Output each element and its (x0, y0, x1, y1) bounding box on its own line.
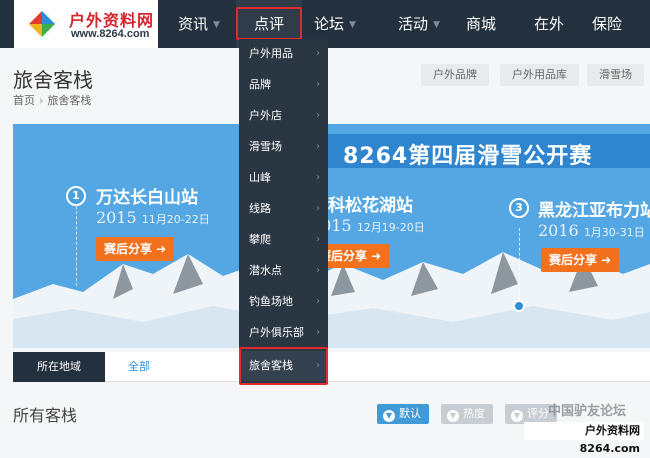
caret-down-icon: ▼ (349, 20, 356, 30)
nav-item-news[interactable]: 资讯 ▼ (178, 0, 220, 48)
station-days: 1月30-31日 (583, 226, 645, 239)
nav-item-abroad[interactable]: 在外 (534, 0, 564, 48)
station-days: 11月20-22日 (141, 213, 210, 226)
chevron-right-icon: › (316, 172, 320, 183)
sort-label: 评分 (527, 407, 549, 420)
station-date: 2016 1月30-31日 (538, 221, 645, 240)
chevron-right-icon: › (316, 203, 320, 214)
tab-all[interactable]: 全部 (128, 352, 150, 382)
chevron-right-icon: › (316, 48, 320, 59)
chevron-right-icon: › (316, 234, 320, 245)
menu-item-label: 钓鱼场地 (249, 295, 293, 308)
sort-label: 热度 (463, 407, 485, 420)
menu-item-label: 线路 (249, 202, 271, 215)
menu-item-brands[interactable]: 品牌 › (239, 70, 328, 100)
site-logo[interactable]: 户外资料网 www.8264.com (14, 0, 158, 48)
menu-item-peaks[interactable]: 山峰 › (239, 163, 328, 193)
station-days: 12月19-20日 (356, 221, 425, 234)
sort-popularity-button[interactable]: ▼ 热度 (441, 404, 493, 424)
reviews-dropdown-menu: 户外用品 › 品牌 › 户外店 › 滑雪场 › 山峰 › 线路 › 攀爬 › 潜水点 › 钓鱼场… (239, 39, 328, 384)
timeline-line (76, 206, 77, 286)
menu-item-label: 户外店 (249, 109, 282, 122)
menu-item-routes[interactable]: 线路 › (239, 194, 328, 224)
nav-item-label: 论坛 (314, 15, 345, 33)
promo-banner[interactable]: 8264第四届滑雪公开赛 1 万达长白山站 2015 11月20-22日 赛后分… (13, 124, 650, 348)
menu-item-label: 山峰 (249, 171, 271, 184)
station-date: 2015 12月19-20日 (311, 216, 425, 235)
section-title: 所有客栈 (13, 406, 78, 425)
tag-outdoor-brands[interactable]: 户外品牌 (421, 64, 489, 86)
tag-gear-library[interactable]: 户外用品库 (500, 64, 579, 86)
chevron-right-icon: › (316, 110, 320, 121)
nav-item-label: 在外 (534, 15, 565, 33)
breadcrumb-home[interactable]: 首页 (13, 94, 35, 107)
share-button[interactable]: 赛后分享 ➜ (541, 248, 620, 272)
caret-down-icon: ▼ (213, 20, 220, 30)
page-title: 旅舍客栈 (13, 68, 93, 92)
station-year: 2015 (96, 208, 137, 227)
menu-item-label: 品牌 (249, 78, 271, 91)
timeline-line (519, 228, 520, 300)
menu-item-climbing[interactable]: 攀爬 › (239, 225, 328, 255)
arrow-down-icon: ▼ (511, 410, 523, 422)
nav-item-insurance[interactable]: 保险 (592, 0, 622, 48)
chevron-right-icon: › (316, 141, 320, 152)
menu-item-stores[interactable]: 户外店 › (239, 101, 328, 131)
menu-item-gear[interactable]: 户外用品 › (239, 39, 328, 69)
menu-item-ski-resorts[interactable]: 滑雪场 › (239, 132, 328, 162)
region-tabs: 所在地域 全部 (13, 352, 650, 382)
nav-item-label: 商城 (466, 15, 497, 33)
caret-down-icon: ▼ (433, 20, 440, 30)
breadcrumb: 首页 › 旅舍客栈 (13, 92, 91, 108)
station-date: 2015 11月20-22日 (96, 208, 210, 227)
chevron-right-icon: › (39, 94, 44, 107)
tag-ski-resorts[interactable]: 滑雪场 (587, 64, 644, 86)
nav-item-label: 资讯 (178, 15, 209, 33)
station-name: 黑龙江亚布力站 (538, 201, 650, 221)
menu-item-diving[interactable]: 潜水点 › (239, 256, 328, 286)
highlight-box-nav (236, 7, 302, 40)
menu-item-label: 潜水点 (249, 264, 282, 277)
logo-url: www.8264.com (71, 28, 150, 40)
menu-item-label: 户外用品 (249, 47, 293, 60)
nav-item-label: 保险 (592, 15, 623, 33)
sort-default-button[interactable]: ▼ 默认 (377, 404, 429, 424)
arrow-down-icon: ▼ (383, 410, 395, 422)
share-button[interactable]: 赛后分享 ➜ (96, 237, 175, 261)
nav-item-mall[interactable]: 商城 (466, 0, 496, 48)
highlight-box-menu (239, 347, 328, 385)
menu-item-label: 攀爬 (249, 233, 271, 246)
breadcrumb-current: 旅舍客栈 (47, 94, 92, 107)
arrow-down-icon: ▼ (447, 410, 459, 422)
sort-label: 默认 (399, 407, 421, 420)
chevron-right-icon: › (316, 265, 320, 276)
watermark-forum: 中国驴友论坛 (548, 404, 627, 419)
station-number-badge: 3 (509, 198, 529, 218)
logo-diamond-icon (26, 8, 58, 40)
station-year: 2016 (538, 221, 579, 240)
menu-item-label: 滑雪场 (249, 140, 282, 153)
nav-item-activities[interactable]: 活动 ▼ (398, 0, 440, 48)
station-name: 万达长白山站 (96, 188, 198, 208)
station-number-badge: 1 (66, 186, 86, 206)
chevron-right-icon: › (316, 296, 320, 307)
watermark-site: 户外资料网 8264.com (524, 422, 644, 455)
tab-region[interactable]: 所在地域 (13, 352, 105, 382)
chevron-right-icon: › (316, 327, 320, 338)
menu-item-clubs[interactable]: 户外俱乐部 › (239, 318, 328, 348)
menu-item-label: 户外俱乐部 (249, 326, 304, 339)
banner-headline: 8264第四届滑雪公开赛 (343, 144, 593, 169)
menu-item-fishing[interactable]: 钓鱼场地 › (239, 287, 328, 317)
chevron-right-icon: › (316, 79, 320, 90)
nav-item-label: 活动 (398, 15, 429, 33)
